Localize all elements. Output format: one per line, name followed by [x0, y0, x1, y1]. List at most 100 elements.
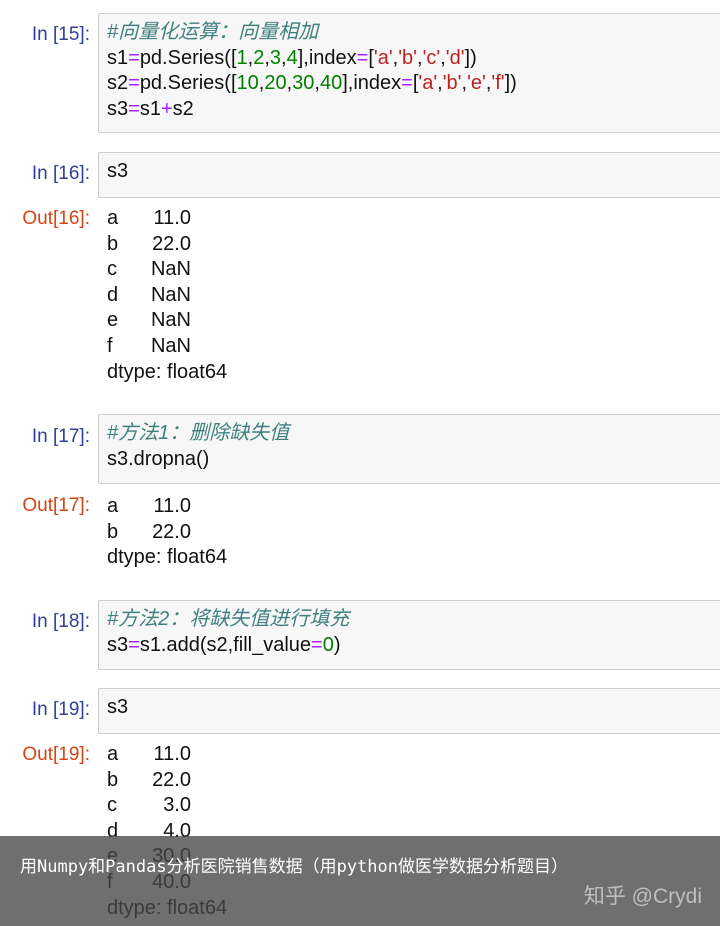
- code-token: #向量化运算：向量相加: [107, 21, 319, 43]
- code-token: =: [128, 46, 140, 69]
- series-row: b 22.0: [107, 768, 227, 794]
- code-token: s1: [139, 97, 161, 120]
- series-value: NaN: [150, 334, 191, 357]
- code-token: s3: [107, 97, 129, 120]
- cell-17-out-prompt: Out[17]:: [22, 495, 90, 516]
- code-line: s2=pd.Series([10,20,30,40],index=['a','b…: [107, 71, 720, 97]
- code-token: 'b': [442, 72, 462, 94]
- series-index: e: [107, 309, 119, 332]
- code-token: =: [128, 97, 140, 120]
- series-dtype: dtype: float64: [107, 360, 228, 383]
- cell-17-output: a 11.0 b 22.0 dtype: float64: [107, 494, 227, 571]
- code-token: 20: [264, 72, 287, 94]
- series-index: a: [107, 207, 119, 229]
- code-token: s1: [107, 46, 129, 69]
- code-token: ]): [464, 46, 477, 69]
- series-row: a 11.0: [107, 742, 227, 768]
- code-line: #方法1：删除缺失值: [107, 421, 720, 447]
- code-token: =: [311, 633, 323, 656]
- series-index: a: [107, 495, 119, 517]
- series-row: f NaN: [107, 334, 227, 360]
- code-token: =: [356, 46, 369, 69]
- series-row: d NaN: [107, 283, 227, 309]
- code-token: 0: [322, 633, 334, 656]
- code-token: 'd': [445, 46, 465, 69]
- code-token: 40: [319, 72, 343, 94]
- code-token: pd.Series([: [139, 46, 237, 69]
- code-token: +: [160, 97, 173, 120]
- series-index: f: [107, 334, 113, 357]
- code-token: 'c': [422, 46, 441, 69]
- series-index: a: [107, 743, 119, 765]
- code-token: =: [401, 72, 413, 94]
- series-value: 11.0: [153, 207, 191, 229]
- code-token: 4: [286, 46, 298, 69]
- code-token: #方法2：将缺失值进行填充: [107, 608, 350, 630]
- series-value: 22.0: [152, 768, 191, 791]
- cell-16-output: a 11.0 b 22.0 c NaN d NaN e NaN f NaN dtype: float64: [107, 206, 227, 385]
- cell-19-in-prompt: In [19]:: [31, 699, 90, 720]
- zhihu-watermark: 知乎 @Crydi: [583, 885, 702, 908]
- cell-15-in-prompt: In [15]:: [31, 24, 90, 45]
- series-row: b 22.0: [107, 520, 227, 546]
- series-value: 11.0: [153, 743, 191, 765]
- article-caption[interactable]: 用Numpy和Pandas分析医院销售数据（用python做医学数据分析题目）: [20, 854, 580, 881]
- code-token: pd.Series([: [139, 72, 237, 94]
- code-token: s3: [107, 696, 129, 718]
- code-line: s3=s1+s2: [107, 97, 720, 123]
- series-index: c: [107, 258, 117, 281]
- cell-18-in-prompt: In [18]:: [31, 611, 90, 632]
- code-token: =: [128, 72, 140, 94]
- cell-17-in-prompt: In [17]:: [31, 426, 90, 447]
- series-value: NaN: [150, 258, 191, 281]
- code-token: s3: [107, 633, 129, 656]
- code-line: s3: [107, 159, 720, 185]
- code-line: #方法2：将缺失值进行填充: [107, 607, 720, 633]
- code-token: 3: [269, 46, 282, 69]
- series-row: a 11.0: [107, 206, 227, 232]
- code-line: #向量化运算：向量相加: [107, 20, 720, 46]
- series-row: e NaN: [107, 308, 227, 334]
- code-token: 'a': [418, 72, 438, 94]
- cell-16-out-prompt: Out[16]:: [22, 208, 90, 229]
- series-index: b: [107, 232, 119, 255]
- code-token: 10: [236, 72, 259, 94]
- code-token: ],index: [342, 72, 402, 94]
- series-index: d: [107, 283, 119, 306]
- cell-15-input[interactable]: #向量化运算：向量相加 s1=pd.Series([1,2,3,4],index=…: [98, 13, 720, 133]
- code-line: s1=pd.Series([1,2,3,4],index=['a','b','c…: [107, 46, 720, 72]
- code-token: s3: [107, 160, 129, 182]
- code-token: s2: [172, 97, 194, 120]
- code-line: s3=s1.add(s2,fill_value=0): [107, 633, 720, 659]
- series-row: b 22.0: [107, 232, 227, 258]
- series-value: 22.0: [152, 232, 191, 255]
- series-value: NaN: [150, 283, 191, 306]
- series-value: 22.0: [152, 520, 191, 543]
- code-token: 'f': [491, 72, 505, 94]
- series-index: b: [107, 520, 119, 543]
- code-token: 30: [292, 72, 315, 94]
- code-token: =: [128, 633, 140, 656]
- series-value: NaN: [150, 309, 191, 332]
- series-index: c: [107, 794, 117, 817]
- code-line: s3.dropna(): [107, 447, 720, 473]
- code-token: 'e': [467, 72, 486, 94]
- code-line: s3: [107, 695, 720, 721]
- code-token: s3.dropna(): [107, 447, 210, 470]
- cell-16-in-prompt: In [16]:: [31, 163, 90, 184]
- series-value: 3.0: [163, 794, 191, 817]
- code-token: 'b': [398, 46, 417, 69]
- code-token: 'a': [373, 46, 393, 69]
- cell-16-input[interactable]: s3: [98, 152, 720, 198]
- code-token: ],index: [297, 46, 357, 69]
- series-row: c 3.0: [107, 793, 227, 819]
- cell-18-input[interactable]: #方法2：将缺失值进行填充 s3=s1.add(s2,fill_value=0): [98, 600, 720, 670]
- cell-19-input[interactable]: s3: [98, 688, 720, 734]
- code-token: 2: [253, 46, 265, 69]
- series-index: b: [107, 768, 119, 791]
- cell-17-input[interactable]: #方法1：删除缺失值 s3.dropna(): [98, 414, 720, 484]
- code-token: ]): [504, 72, 517, 94]
- code-token: ): [333, 633, 341, 656]
- code-token: 1: [236, 46, 248, 69]
- code-token: s2: [107, 72, 129, 94]
